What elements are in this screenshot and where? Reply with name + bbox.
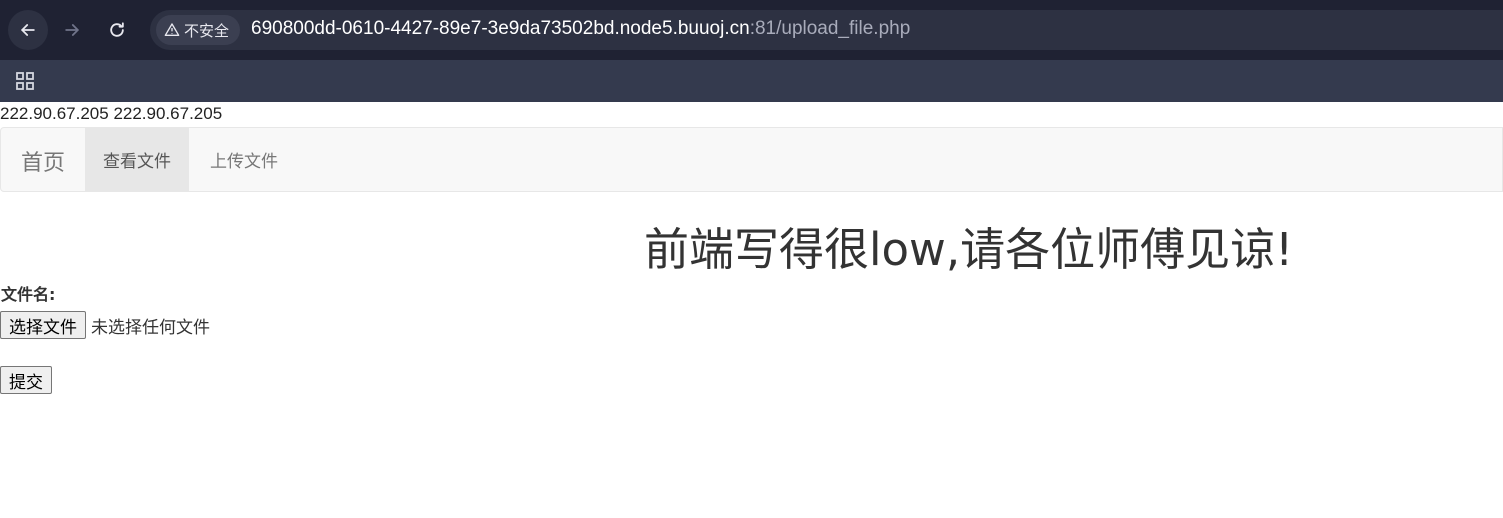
file-input-row: 选择文件 未选择任何文件 [0,311,210,339]
security-label: 不安全 [184,21,230,40]
browser-toolbar: 不安全 690800dd-0610-4427-89e7-3e9da73502bd… [0,0,1503,60]
client-ip-text: 222.90.67.205 222.90.67.205 [0,104,223,123]
reload-button[interactable] [97,10,137,50]
back-button[interactable] [8,10,48,50]
page-title: 前端写得很low,请各位师傅见谅! [644,223,1294,276]
apps-button[interactable] [12,66,38,96]
forward-button[interactable] [52,10,92,50]
submit-button[interactable]: 提交 [0,366,52,394]
apps-grid-icon [16,72,34,90]
url-host: 690800dd-0610-4427-89e7-3e9da73502bd.nod… [251,18,750,39]
url-path: :81/upload_file.php [749,18,911,39]
address-bar[interactable]: 不安全 690800dd-0610-4427-89e7-3e9da73502bd… [150,10,1503,50]
security-indicator[interactable]: 不安全 [156,15,240,45]
nav-item-view-files[interactable]: 查看文件 [85,128,189,191]
submit-row: 提交 [0,366,52,394]
site-navbar: 首页 查看文件 上传文件 [0,127,1503,192]
file-status-text: 未选择任何文件 [91,317,210,338]
warning-triangle-icon [164,23,180,36]
navbar-brand-home[interactable]: 首页 [21,145,65,177]
url-text[interactable]: 690800dd-0610-4427-89e7-3e9da73502bd.nod… [251,18,910,40]
nav-item-upload-file[interactable]: 上传文件 [192,128,296,191]
file-name-label: 文件名: [1,285,56,304]
bookmarks-bar [0,60,1503,102]
forward-arrow-icon [65,24,79,36]
reload-icon [110,22,124,37]
back-arrow-icon [21,24,35,36]
choose-file-button[interactable]: 选择文件 [0,311,86,339]
